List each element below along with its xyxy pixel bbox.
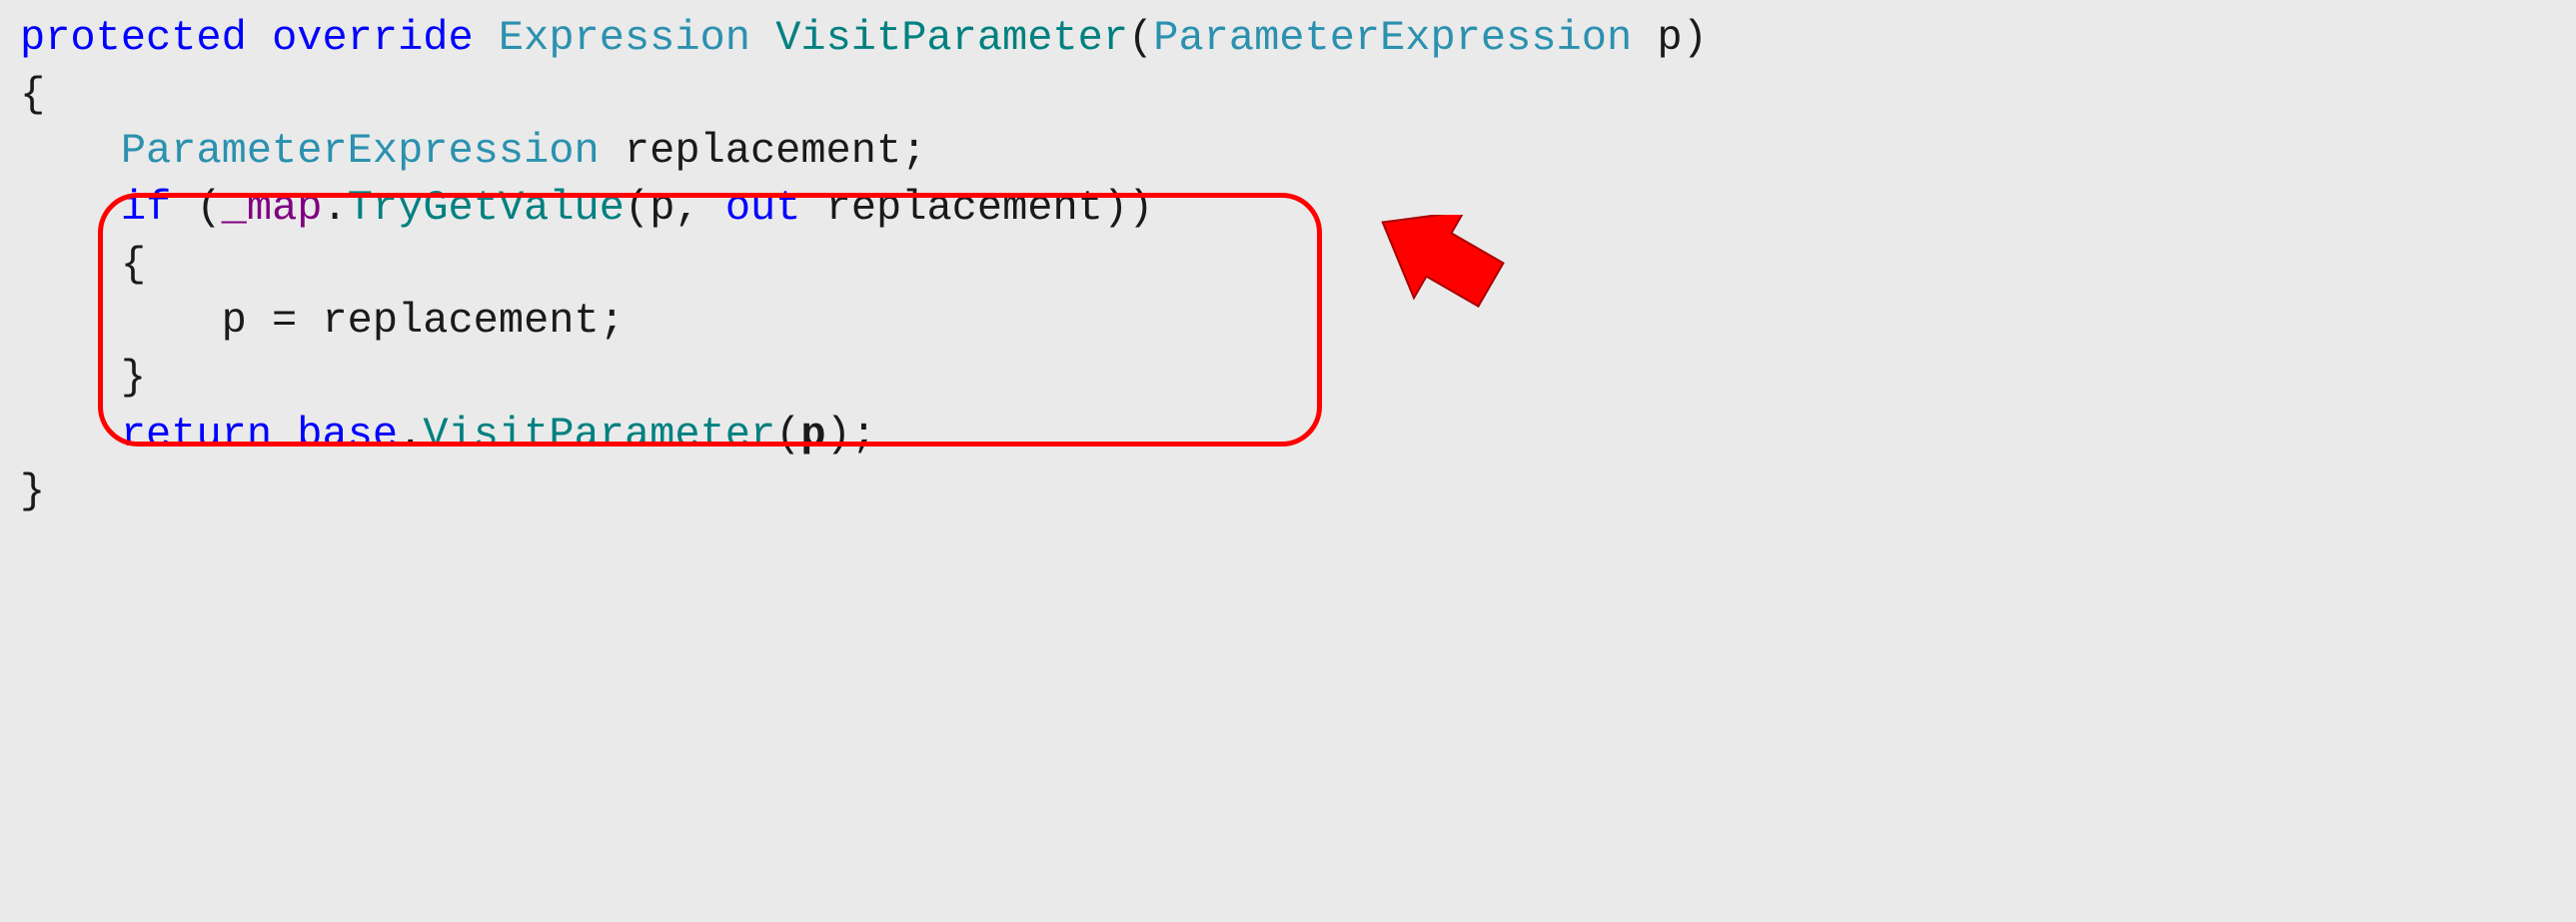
code-line-10: return base.VisitParameter(p); [20,407,2556,463]
method-visitparameter: VisitParameter [423,411,775,459]
indent [20,411,121,459]
paren-open: ( [1128,14,1153,62]
code-line-7: p = replacement; [20,293,2556,350]
keyword-out: out [725,184,801,232]
keyword-return: return [121,411,272,459]
paren-close: ) [1683,14,1708,62]
type-parameterexpression: ParameterExpression [1153,14,1632,62]
code-line-2: { [20,67,2556,124]
code-line-8: } [20,350,2556,407]
keyword-override: override [272,14,474,62]
indent [20,127,121,175]
code-line-11: } [20,463,2556,520]
indent [20,241,121,289]
param-p: p [1632,14,1682,62]
paren-open: ( [775,411,800,459]
dot: . [323,184,348,232]
code-line-3: ParameterExpression replacement; [20,123,2556,180]
code-line-5: if (_map.TryGetValue(p, out replacement)… [20,180,2556,237]
indent [20,297,222,345]
method-visitparameter: VisitParameter [775,14,1128,62]
keyword-base: base [297,411,398,459]
arg-p: p, [649,184,725,232]
var-replacement: replacement; [600,127,927,175]
space [272,411,297,459]
dot: . [398,411,423,459]
arg-p-bold: p [800,411,825,459]
arg-replacement: replacement [800,184,1102,232]
paren-close: ) [826,411,851,459]
method-trygetvalue: TryGetValue [348,184,625,232]
field-map: _map [222,184,323,232]
type-expression: Expression [499,14,750,62]
brace-close: } [121,354,146,402]
indent [20,354,121,402]
assignment: p = replacement; [222,297,625,345]
indent [20,184,121,232]
code-block: protected override Expression VisitParam… [20,10,2556,519]
brace-open: { [121,241,146,289]
paren2-open: ( [625,184,649,232]
code-line-1: protected override Expression VisitParam… [20,10,2556,67]
semicolon: ; [851,411,876,459]
paren2-close: ) [1103,184,1128,232]
paren-close: ) [1128,184,1153,232]
code-line-6: { [20,237,2556,294]
paren-open: ( [171,184,221,232]
keyword-protected: protected [20,14,247,62]
type-parameterexpression: ParameterExpression [121,127,600,175]
keyword-if: if [121,184,171,232]
